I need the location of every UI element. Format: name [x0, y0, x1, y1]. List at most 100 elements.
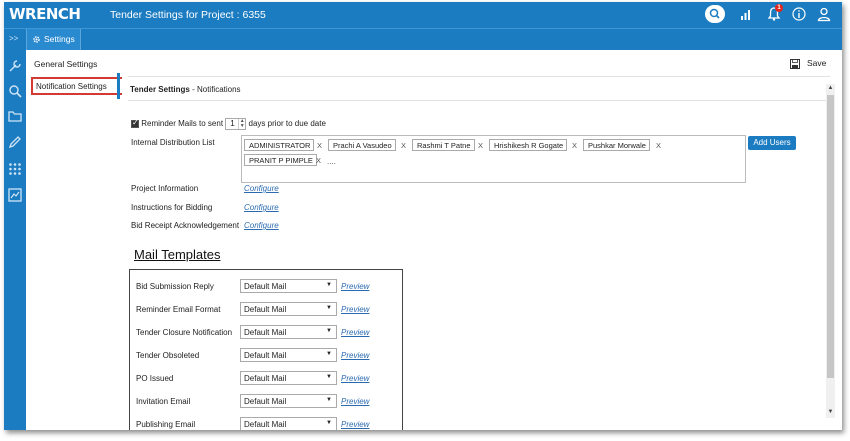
mail-template-row: Reminder Email Format Default Mail ▼ Prev…	[130, 301, 400, 321]
mail-template-select-value: Default Mail	[244, 282, 287, 291]
reminder-label-before: Reminder Mails to sent	[141, 119, 224, 129]
instructions-for-bidding-label: Instructions for Bidding	[131, 203, 213, 212]
mail-template-select[interactable]: Default Mail ▼	[240, 325, 337, 339]
save-button[interactable]: Save	[790, 58, 826, 69]
mail-template-preview-link[interactable]: Preview	[341, 397, 369, 406]
mail-template-select-value: Default Mail	[244, 420, 287, 429]
wrench-icon[interactable]	[7, 58, 23, 74]
mail-template-select[interactable]: Default Mail ▼	[240, 394, 337, 408]
scrollbar-thumb[interactable]	[827, 95, 834, 378]
user-icon[interactable]	[816, 6, 832, 22]
mail-template-select[interactable]: Default Mail ▼	[240, 279, 337, 293]
scroll-down-arrow[interactable]: ▼	[826, 408, 835, 417]
distribution-list-label: Internal Distribution List	[131, 138, 215, 147]
mail-template-select[interactable]: Default Mail ▼	[240, 348, 337, 362]
mail-template-label: Invitation Email	[136, 397, 191, 406]
mail-template-row: Bid Submission Reply Default Mail ▼ Previ…	[130, 278, 400, 298]
bid-receipt-label: Bid Receipt Acknowledgement	[131, 221, 240, 230]
icon-sidebar	[4, 50, 26, 430]
mail-template-select-value: Default Mail	[244, 397, 287, 406]
gear-icon	[33, 36, 40, 43]
user-chip: Rashmi T Patne	[412, 139, 475, 151]
mail-template-label: Tender Closure Notification	[136, 328, 233, 337]
scroll-up-arrow[interactable]: ▲	[826, 84, 835, 93]
floppy-disk-icon	[790, 58, 800, 69]
user-chip: Pushkar Morwale	[583, 139, 650, 151]
dropdown-caret-icon: ▼	[326, 328, 332, 334]
mail-template-preview-link[interactable]: Preview	[341, 351, 369, 360]
breadcrumb-main: Tender Settings	[130, 85, 190, 94]
search-button[interactable]	[705, 5, 725, 23]
user-chip: ADMINISTRATOR	[244, 139, 315, 151]
add-users-button[interactable]: Add Users	[748, 136, 796, 150]
app-window: WRENCH Tender Settings for Project : 635…	[4, 2, 842, 430]
info-icon[interactable]	[791, 6, 807, 22]
mail-template-row: Publishing Email Default Mail ▼ Preview	[130, 416, 400, 430]
mail-template-select-value: Default Mail	[244, 351, 287, 360]
search-icon	[709, 8, 720, 19]
mail-template-row: Tender Closure Notification Default Mail…	[130, 324, 400, 344]
mail-templates-table: Bid Submission Reply Default Mail ▼ Previ…	[129, 269, 403, 430]
dropdown-caret-icon: ▼	[326, 305, 332, 311]
mail-template-label: PO Issued	[136, 374, 174, 383]
dropdown-caret-icon: ▼	[326, 351, 332, 357]
user-chip: PRANIT P PIMPLE	[244, 154, 317, 166]
remove-user-button[interactable]: X	[401, 141, 406, 150]
mail-template-label: Tender Obsoleted	[136, 351, 200, 360]
mail-template-label: Reminder Email Format	[136, 305, 221, 314]
reminder-label-after: days prior to due date	[248, 119, 326, 129]
remove-user-button[interactable]: X	[656, 141, 661, 150]
user-chip: Hrishikesh R Gogate	[489, 139, 568, 151]
bar-chart-icon[interactable]	[738, 6, 754, 22]
settings-nav: General Settings Notification Settings	[26, 50, 137, 430]
header-divider	[128, 76, 830, 77]
user-chip: Prachi A Vasudeo	[328, 139, 396, 151]
mail-template-preview-link[interactable]: Preview	[341, 420, 369, 429]
configure-project-information-link[interactable]: Configure	[244, 184, 279, 193]
breadcrumb-divider	[128, 100, 830, 101]
expand-sidebar-button[interactable]: >>	[9, 34, 18, 43]
mail-template-select[interactable]: Default Mail ▼	[240, 371, 337, 385]
mail-template-row: PO Issued Default Mail ▼ Preview	[130, 370, 400, 390]
tab-settings[interactable]: Settings	[26, 29, 81, 50]
mail-template-select-value: Default Mail	[244, 305, 287, 314]
dropdown-caret-icon: ▼	[326, 397, 332, 403]
mail-template-select-value: Default Mail	[244, 374, 287, 383]
active-section-indicator	[117, 73, 120, 99]
remove-user-button[interactable]: X	[316, 156, 321, 165]
reminder-checkbox[interactable]	[131, 118, 139, 128]
mail-template-label: Bid Submission Reply	[136, 282, 214, 291]
mail-template-preview-link[interactable]: Preview	[341, 374, 369, 383]
app-logo: WRENCH	[9, 5, 81, 23]
remove-user-button[interactable]: X	[317, 141, 322, 150]
mail-template-row: Invitation Email Default Mail ▼ Preview	[130, 393, 400, 413]
grid-icon[interactable]	[7, 161, 23, 177]
reminder-days-value: 1	[230, 119, 235, 128]
search-icon[interactable]	[7, 83, 23, 99]
mail-template-select[interactable]: Default Mail ▼	[240, 302, 337, 316]
dropdown-caret-icon: ▼	[326, 282, 332, 288]
breadcrumb-sub: - Notifications	[192, 85, 241, 94]
mail-template-select[interactable]: Default Mail ▼	[240, 417, 337, 430]
mail-template-label: Publishing Email	[136, 420, 196, 429]
folder-icon[interactable]	[7, 108, 23, 124]
remove-user-button[interactable]: X	[478, 141, 483, 150]
remove-user-button[interactable]: X	[572, 141, 577, 150]
dropdown-caret-icon: ▼	[326, 420, 332, 426]
mail-template-row: Tender Obsoleted Default Mail ▼ Preview	[130, 347, 400, 367]
pencil-icon[interactable]	[7, 134, 23, 150]
reminder-row: Reminder Mails to sent 1▲▼ days prior to…	[131, 118, 326, 130]
top-bar: WRENCH Tender Settings for Project : 635…	[4, 2, 842, 28]
report-icon[interactable]	[7, 187, 23, 203]
mail-template-preview-link[interactable]: Preview	[341, 328, 369, 337]
mail-template-preview-link[interactable]: Preview	[341, 305, 369, 314]
nav-general-settings[interactable]: General Settings	[34, 59, 97, 69]
more-users-indicator: ....	[327, 157, 336, 166]
mail-templates-heading: Mail Templates	[134, 247, 221, 262]
mail-template-preview-link[interactable]: Preview	[341, 282, 369, 291]
reminder-days-stepper[interactable]: 1 ▲ ▼	[225, 118, 247, 130]
configure-instructions-link[interactable]: Configure	[244, 203, 279, 212]
stepper-arrows-icon[interactable]: ▲ ▼	[238, 119, 245, 129]
configure-bid-receipt-link[interactable]: Configure	[244, 221, 279, 230]
notification-badge: 1	[775, 4, 783, 12]
